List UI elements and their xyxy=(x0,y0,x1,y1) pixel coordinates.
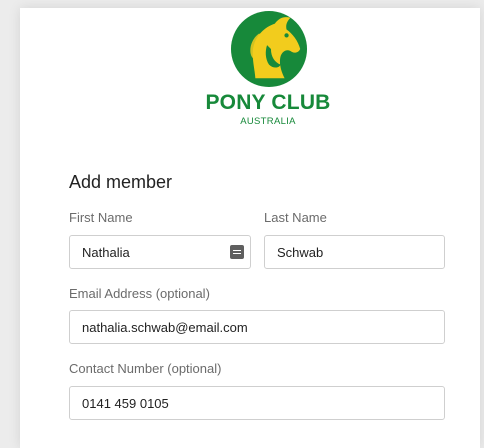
email-label: Email Address (optional) xyxy=(69,286,210,301)
pony-club-logo: PONY CLUB AUSTRALIA xyxy=(200,8,336,136)
last-name-field[interactable] xyxy=(264,235,445,269)
form-title: Add member xyxy=(69,172,173,192)
add-member-card: PONY CLUB AUSTRALIA Add member First Nam… xyxy=(20,8,480,448)
horse-head-logo-icon xyxy=(230,10,308,88)
contact-number-field[interactable] xyxy=(69,386,445,420)
email-input[interactable] xyxy=(70,311,444,343)
logo-title: PONY CLUB xyxy=(205,91,331,114)
email-field[interactable] xyxy=(69,310,445,344)
last-name-input[interactable] xyxy=(265,236,444,268)
first-name-field[interactable] xyxy=(69,235,251,269)
last-name-label: Last Name xyxy=(264,210,327,225)
contact-number-input[interactable] xyxy=(70,387,444,419)
logo-subtitle: AUSTRALIA xyxy=(240,116,296,127)
autofill-contact-icon[interactable] xyxy=(230,245,244,259)
page: PONY CLUB AUSTRALIA Add member First Nam… xyxy=(0,0,484,448)
contact-number-label: Contact Number (optional) xyxy=(69,361,222,376)
first-name-label: First Name xyxy=(69,210,133,225)
first-name-input[interactable] xyxy=(70,236,250,268)
